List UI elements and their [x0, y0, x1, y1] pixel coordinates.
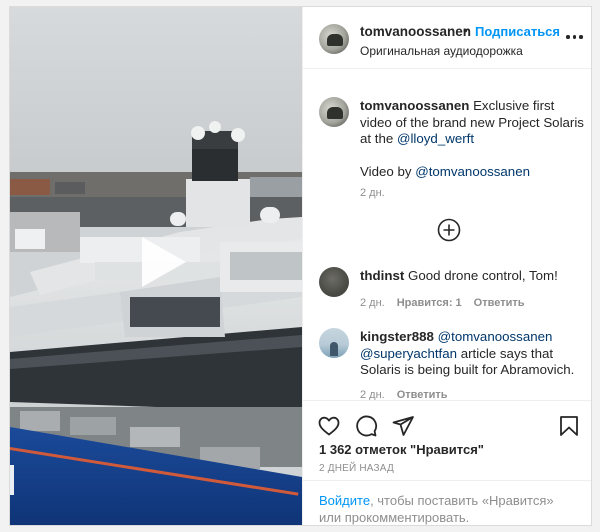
header-separator: • [463, 23, 468, 38]
send-icon[interactable] [391, 414, 415, 438]
caption-avatar[interactable] [319, 97, 349, 127]
post-modal: tomvanoossanen • Подписаться Оригинальна… [9, 6, 592, 526]
comment-text: thdinst Good drone control, Tom! [360, 268, 586, 285]
comment-username[interactable]: thdinst [360, 268, 404, 283]
login-link[interactable]: Войдите [319, 493, 370, 508]
comment-body: Good drone control, Tom! [408, 268, 558, 283]
login-prompt: Войдите, чтобы поставить «Нравится» или … [303, 480, 591, 525]
bookmark-icon[interactable] [557, 414, 581, 438]
follow-button[interactable]: Подписаться [475, 24, 560, 39]
author-avatar[interactable] [319, 24, 349, 54]
post-header: tomvanoossanen • Подписаться Оригинальна… [303, 7, 591, 69]
mention-link[interactable]: @tomvanoossanen [415, 164, 530, 179]
comment-time[interactable]: 2 дн. [360, 389, 385, 400]
caption-time[interactable]: 2 дн. [360, 187, 385, 199]
comment-likes[interactable]: Нравится: 1 [397, 297, 462, 309]
more-options-icon[interactable] [566, 32, 586, 42]
post-date[interactable]: 2 ДНЕЙ НАЗАД [319, 463, 394, 474]
video-player[interactable] [10, 7, 302, 525]
reply-button[interactable]: Ответить [397, 389, 448, 400]
mention-link[interactable]: @tomvanoossanen [438, 329, 553, 344]
caption-username[interactable]: tomvanoossanen [360, 98, 469, 113]
mention-link[interactable]: @lloyd_werft [397, 131, 474, 146]
caption-text: tomvanoossanen Exclusive first video of … [360, 98, 586, 180]
comment-icon[interactable] [354, 414, 378, 438]
play-button[interactable] [132, 233, 190, 291]
comment-meta: 2 дн. Ответить [360, 389, 448, 400]
comment-time[interactable]: 2 дн. [360, 297, 385, 309]
comment-username[interactable]: kingster888 [360, 329, 434, 344]
plus-circle-icon[interactable] [437, 218, 461, 242]
likes-count[interactable]: 1 362 отметок "Нравится" [319, 442, 484, 457]
author-username[interactable]: tomvanoossanen [360, 24, 471, 39]
comments-list: tomvanoossanen Exclusive first video of … [303, 70, 591, 400]
audio-track-link[interactable]: Оригинальная аудиодорожка [360, 44, 523, 58]
comment-meta: 2 дн. Нравится: 1 Ответить [360, 297, 525, 309]
caption-meta: 2 дн. [360, 187, 385, 199]
comment-avatar[interactable] [319, 267, 349, 297]
post-details-panel: tomvanoossanen • Подписаться Оригинальна… [302, 7, 591, 525]
post-actions: 1 362 отметок "Нравится" 2 ДНЕЙ НАЗАД Во… [303, 400, 591, 525]
reply-button[interactable]: Ответить [474, 297, 525, 309]
mention-link[interactable]: @superyachtfan [360, 346, 457, 361]
comment-avatar[interactable] [319, 328, 349, 358]
caption-credit: Video by [360, 163, 412, 179]
comment-text: kingster888 @tomvanoossanen @superyachtf… [360, 329, 586, 379]
heart-icon[interactable] [317, 414, 341, 438]
